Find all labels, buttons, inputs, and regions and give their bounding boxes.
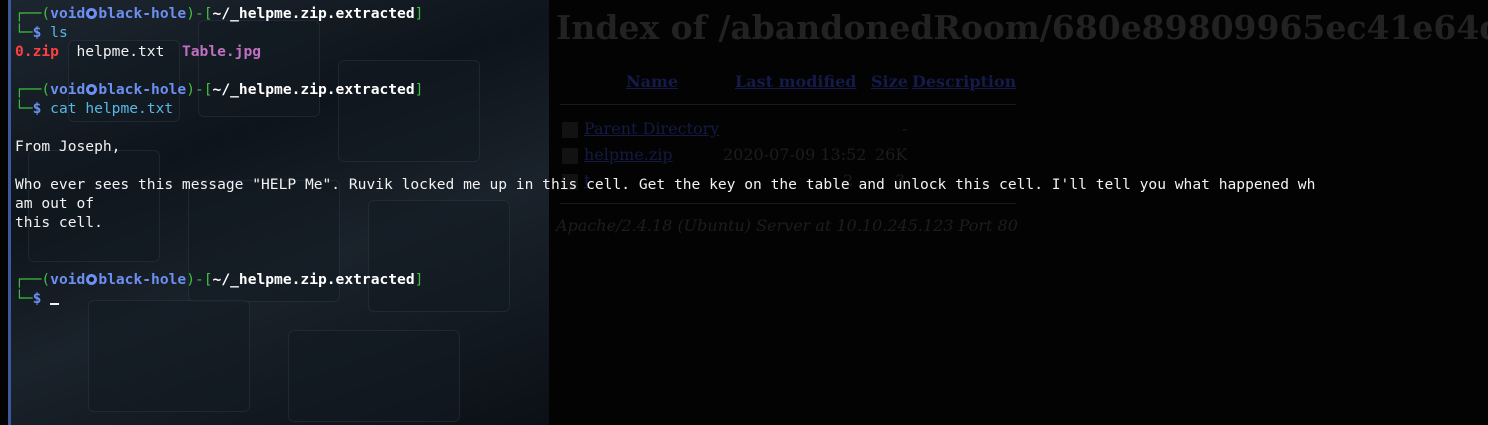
output-line: From Joseph, [15, 138, 121, 155]
output-line: am out of [15, 195, 95, 212]
ls-entry: helpme.txt [76, 43, 165, 60]
ls-entry: 0.zip [15, 43, 59, 60]
input-line[interactable]: └─$ [15, 289, 60, 308]
ls-entry: Table.jpg [181, 43, 262, 60]
command-line: └─$ ls [15, 24, 68, 41]
skull-icon [86, 274, 98, 285]
skull-icon [86, 84, 98, 95]
output-line: this cell. [15, 214, 103, 231]
skull-icon [86, 8, 98, 19]
output-line: Who ever sees this message "HELP Me". Ru… [15, 176, 1316, 193]
window-edge [8, 0, 11, 425]
prompt-line: ┌──(void black-hole)-[~/_helpme.zip.extra… [15, 5, 424, 22]
prompt-line: ┌──(void black-hole)-[~/_helpme.zip.extra… [15, 271, 424, 288]
command-line: └─$ cat helpme.txt [15, 100, 174, 117]
terminal-window[interactable]: ┌──(void black-hole)-[~/_helpme.zip.extra… [8, 0, 1488, 425]
command-text: ls [50, 24, 68, 41]
ls-output: 0.zip helpme.txt Table.jpg [15, 42, 261, 61]
prompt-line: ┌──(void black-hole)-[~/_helpme.zip.extra… [15, 81, 424, 98]
text-cursor [50, 303, 60, 305]
command-text: cat helpme.txt [50, 100, 174, 117]
